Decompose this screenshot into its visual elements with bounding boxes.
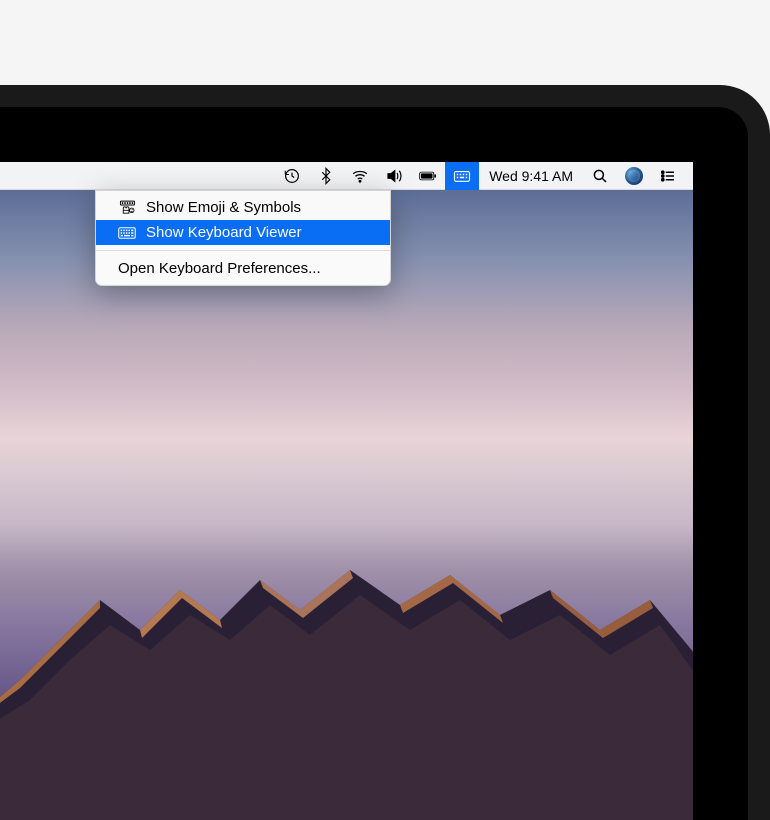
clock-backup-icon bbox=[283, 167, 301, 185]
menu-divider bbox=[96, 250, 390, 251]
menu-item-label: Show Emoji & Symbols bbox=[146, 199, 301, 216]
keyboard-icon bbox=[118, 224, 136, 242]
input-source-dropdown: Show Emoji & Symbols bbox=[95, 190, 391, 286]
input-source-menu[interactable] bbox=[445, 162, 479, 190]
laptop-inner-bezel: Wed 9:41 AM bbox=[0, 107, 748, 820]
keyboard-viewer-icon bbox=[453, 167, 471, 185]
menu-item-label: Show Keyboard Viewer bbox=[146, 224, 302, 241]
menu-item-show-keyboard-viewer[interactable]: Show Keyboard Viewer bbox=[96, 220, 390, 245]
menu-item-show-emoji[interactable]: Show Emoji & Symbols bbox=[96, 195, 390, 220]
volume-icon bbox=[385, 167, 403, 185]
siri-icon bbox=[625, 167, 643, 185]
menu-item-label: Open Keyboard Preferences... bbox=[118, 260, 321, 277]
notification-center-menu[interactable] bbox=[651, 162, 685, 190]
emoji-symbols-icon bbox=[118, 199, 136, 217]
search-icon bbox=[591, 167, 609, 185]
wifi-icon bbox=[351, 167, 369, 185]
list-icon bbox=[659, 167, 677, 185]
screen: Wed 9:41 AM bbox=[0, 162, 693, 820]
wallpaper-mountain bbox=[0, 540, 693, 820]
battery-icon bbox=[419, 167, 437, 185]
bluetooth-menu[interactable] bbox=[309, 162, 343, 190]
bluetooth-icon bbox=[317, 167, 335, 185]
menubar-clock[interactable]: Wed 9:41 AM bbox=[479, 168, 583, 184]
siri-menu[interactable] bbox=[617, 162, 651, 190]
menubar: Wed 9:41 AM bbox=[0, 162, 693, 190]
menu-item-open-keyboard-prefs[interactable]: Open Keyboard Preferences... bbox=[96, 256, 390, 281]
volume-menu[interactable] bbox=[377, 162, 411, 190]
timemachine-menu[interactable] bbox=[275, 162, 309, 190]
battery-menu[interactable] bbox=[411, 162, 445, 190]
spotlight-menu[interactable] bbox=[583, 162, 617, 190]
laptop-bezel: Wed 9:41 AM bbox=[0, 85, 770, 820]
wifi-menu[interactable] bbox=[343, 162, 377, 190]
